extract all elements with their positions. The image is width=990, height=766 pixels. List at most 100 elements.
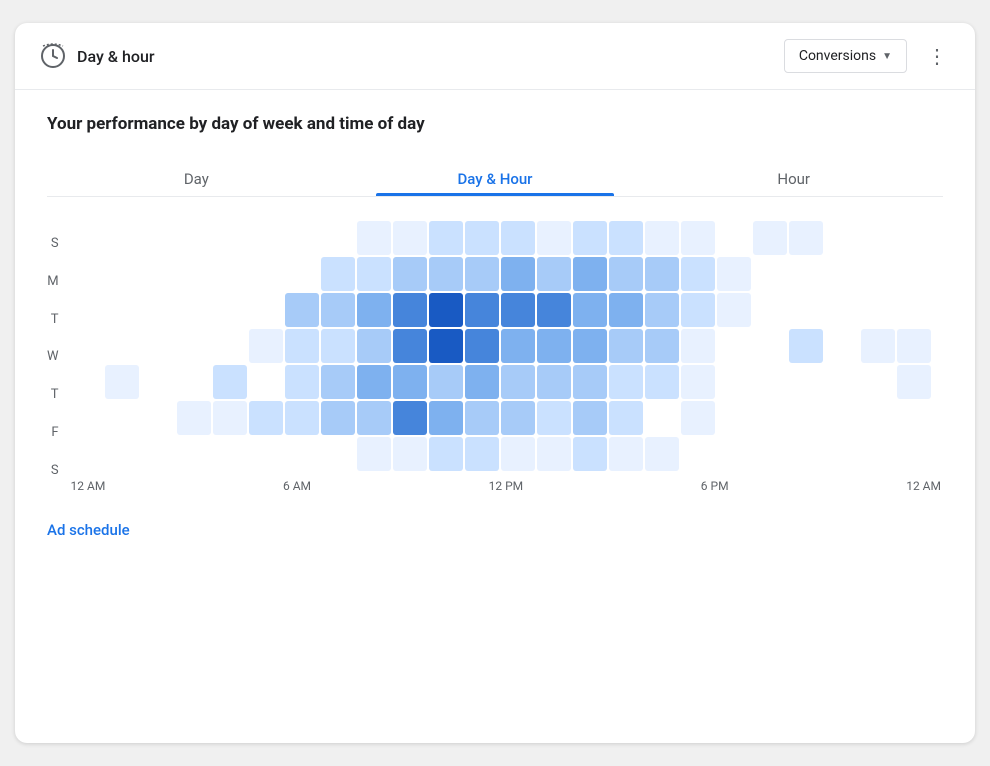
heatmap-cell[interactable]: [573, 329, 607, 363]
heatmap-cell[interactable]: [825, 365, 859, 399]
heatmap-cell[interactable]: [69, 257, 103, 291]
heatmap-cell[interactable]: [465, 329, 499, 363]
more-options-icon[interactable]: ⋮: [923, 40, 951, 72]
heatmap-cell[interactable]: [285, 365, 319, 399]
heatmap-cell[interactable]: [501, 293, 535, 327]
heatmap-cell[interactable]: [393, 221, 427, 255]
heatmap-cell[interactable]: [897, 329, 931, 363]
heatmap-cell[interactable]: [537, 221, 571, 255]
conversions-dropdown[interactable]: Conversions ▼: [784, 39, 907, 73]
heatmap-cell[interactable]: [69, 221, 103, 255]
heatmap-cell[interactable]: [537, 329, 571, 363]
heatmap-cell[interactable]: [753, 365, 787, 399]
heatmap-cell[interactable]: [105, 221, 139, 255]
heatmap-cell[interactable]: [249, 401, 283, 435]
heatmap-cell[interactable]: [321, 437, 355, 471]
heatmap-cell[interactable]: [537, 401, 571, 435]
heatmap-cell[interactable]: [537, 257, 571, 291]
heatmap-cell[interactable]: [393, 257, 427, 291]
heatmap-cell[interactable]: [645, 293, 679, 327]
heatmap-cell[interactable]: [861, 293, 895, 327]
heatmap-cell[interactable]: [537, 293, 571, 327]
heatmap-cell[interactable]: [573, 293, 607, 327]
heatmap-cell[interactable]: [429, 257, 463, 291]
heatmap-cell[interactable]: [609, 437, 643, 471]
heatmap-cell[interactable]: [321, 401, 355, 435]
heatmap-cell[interactable]: [105, 293, 139, 327]
heatmap-cell[interactable]: [105, 257, 139, 291]
heatmap-cell[interactable]: [861, 329, 895, 363]
heatmap-cell[interactable]: [897, 221, 931, 255]
heatmap-cell[interactable]: [645, 437, 679, 471]
heatmap-cell[interactable]: [357, 329, 391, 363]
heatmap-cell[interactable]: [789, 365, 823, 399]
heatmap-cell[interactable]: [501, 221, 535, 255]
heatmap-cell[interactable]: [717, 329, 751, 363]
heatmap-cell[interactable]: [177, 257, 211, 291]
heatmap-cell[interactable]: [717, 437, 751, 471]
heatmap-cell[interactable]: [645, 257, 679, 291]
heatmap-cell[interactable]: [897, 365, 931, 399]
heatmap-cell[interactable]: [69, 293, 103, 327]
heatmap-cell[interactable]: [69, 437, 103, 471]
heatmap-cell[interactable]: [141, 293, 175, 327]
heatmap-cell[interactable]: [213, 401, 247, 435]
heatmap-cell[interactable]: [753, 257, 787, 291]
heatmap-cell[interactable]: [681, 293, 715, 327]
heatmap-cell[interactable]: [177, 221, 211, 255]
heatmap-cell[interactable]: [537, 365, 571, 399]
heatmap-cell[interactable]: [393, 293, 427, 327]
heatmap-cell[interactable]: [141, 257, 175, 291]
heatmap-cell[interactable]: [141, 329, 175, 363]
heatmap-cell[interactable]: [357, 437, 391, 471]
heatmap-cell[interactable]: [177, 365, 211, 399]
heatmap-cell[interactable]: [393, 329, 427, 363]
heatmap-cell[interactable]: [177, 437, 211, 471]
tab-day-hour[interactable]: Day & Hour: [346, 162, 645, 196]
heatmap-cell[interactable]: [753, 221, 787, 255]
heatmap-cell[interactable]: [69, 365, 103, 399]
heatmap-cell[interactable]: [249, 437, 283, 471]
heatmap-cell[interactable]: [213, 329, 247, 363]
heatmap-cell[interactable]: [429, 365, 463, 399]
heatmap-cell[interactable]: [681, 221, 715, 255]
heatmap-cell[interactable]: [429, 293, 463, 327]
heatmap-cell[interactable]: [105, 437, 139, 471]
heatmap-cell[interactable]: [393, 437, 427, 471]
heatmap-cell[interactable]: [429, 437, 463, 471]
heatmap-cell[interactable]: [897, 437, 931, 471]
heatmap-cell[interactable]: [465, 257, 499, 291]
heatmap-cell[interactable]: [825, 329, 859, 363]
heatmap-cell[interactable]: [861, 437, 895, 471]
heatmap-cell[interactable]: [861, 221, 895, 255]
heatmap-cell[interactable]: [681, 437, 715, 471]
heatmap-cell[interactable]: [537, 437, 571, 471]
heatmap-cell[interactable]: [609, 401, 643, 435]
heatmap-cell[interactable]: [609, 329, 643, 363]
heatmap-cell[interactable]: [465, 293, 499, 327]
heatmap-cell[interactable]: [429, 401, 463, 435]
heatmap-cell[interactable]: [645, 401, 679, 435]
heatmap-cell[interactable]: [717, 401, 751, 435]
heatmap-cell[interactable]: [501, 257, 535, 291]
heatmap-cell[interactable]: [321, 257, 355, 291]
heatmap-cell[interactable]: [393, 365, 427, 399]
heatmap-cell[interactable]: [789, 221, 823, 255]
heatmap-cell[interactable]: [465, 221, 499, 255]
heatmap-cell[interactable]: [609, 257, 643, 291]
heatmap-cell[interactable]: [429, 221, 463, 255]
heatmap-cell[interactable]: [141, 221, 175, 255]
heatmap-cell[interactable]: [285, 293, 319, 327]
heatmap-cell[interactable]: [285, 437, 319, 471]
heatmap-cell[interactable]: [501, 329, 535, 363]
heatmap-cell[interactable]: [681, 257, 715, 291]
heatmap-cell[interactable]: [825, 437, 859, 471]
heatmap-cell[interactable]: [825, 401, 859, 435]
ad-schedule-link[interactable]: Ad schedule: [47, 521, 130, 539]
heatmap-cell[interactable]: [609, 365, 643, 399]
heatmap-cell[interactable]: [465, 365, 499, 399]
heatmap-cell[interactable]: [573, 437, 607, 471]
heatmap-cell[interactable]: [645, 221, 679, 255]
heatmap-cell[interactable]: [321, 293, 355, 327]
heatmap-cell[interactable]: [177, 293, 211, 327]
